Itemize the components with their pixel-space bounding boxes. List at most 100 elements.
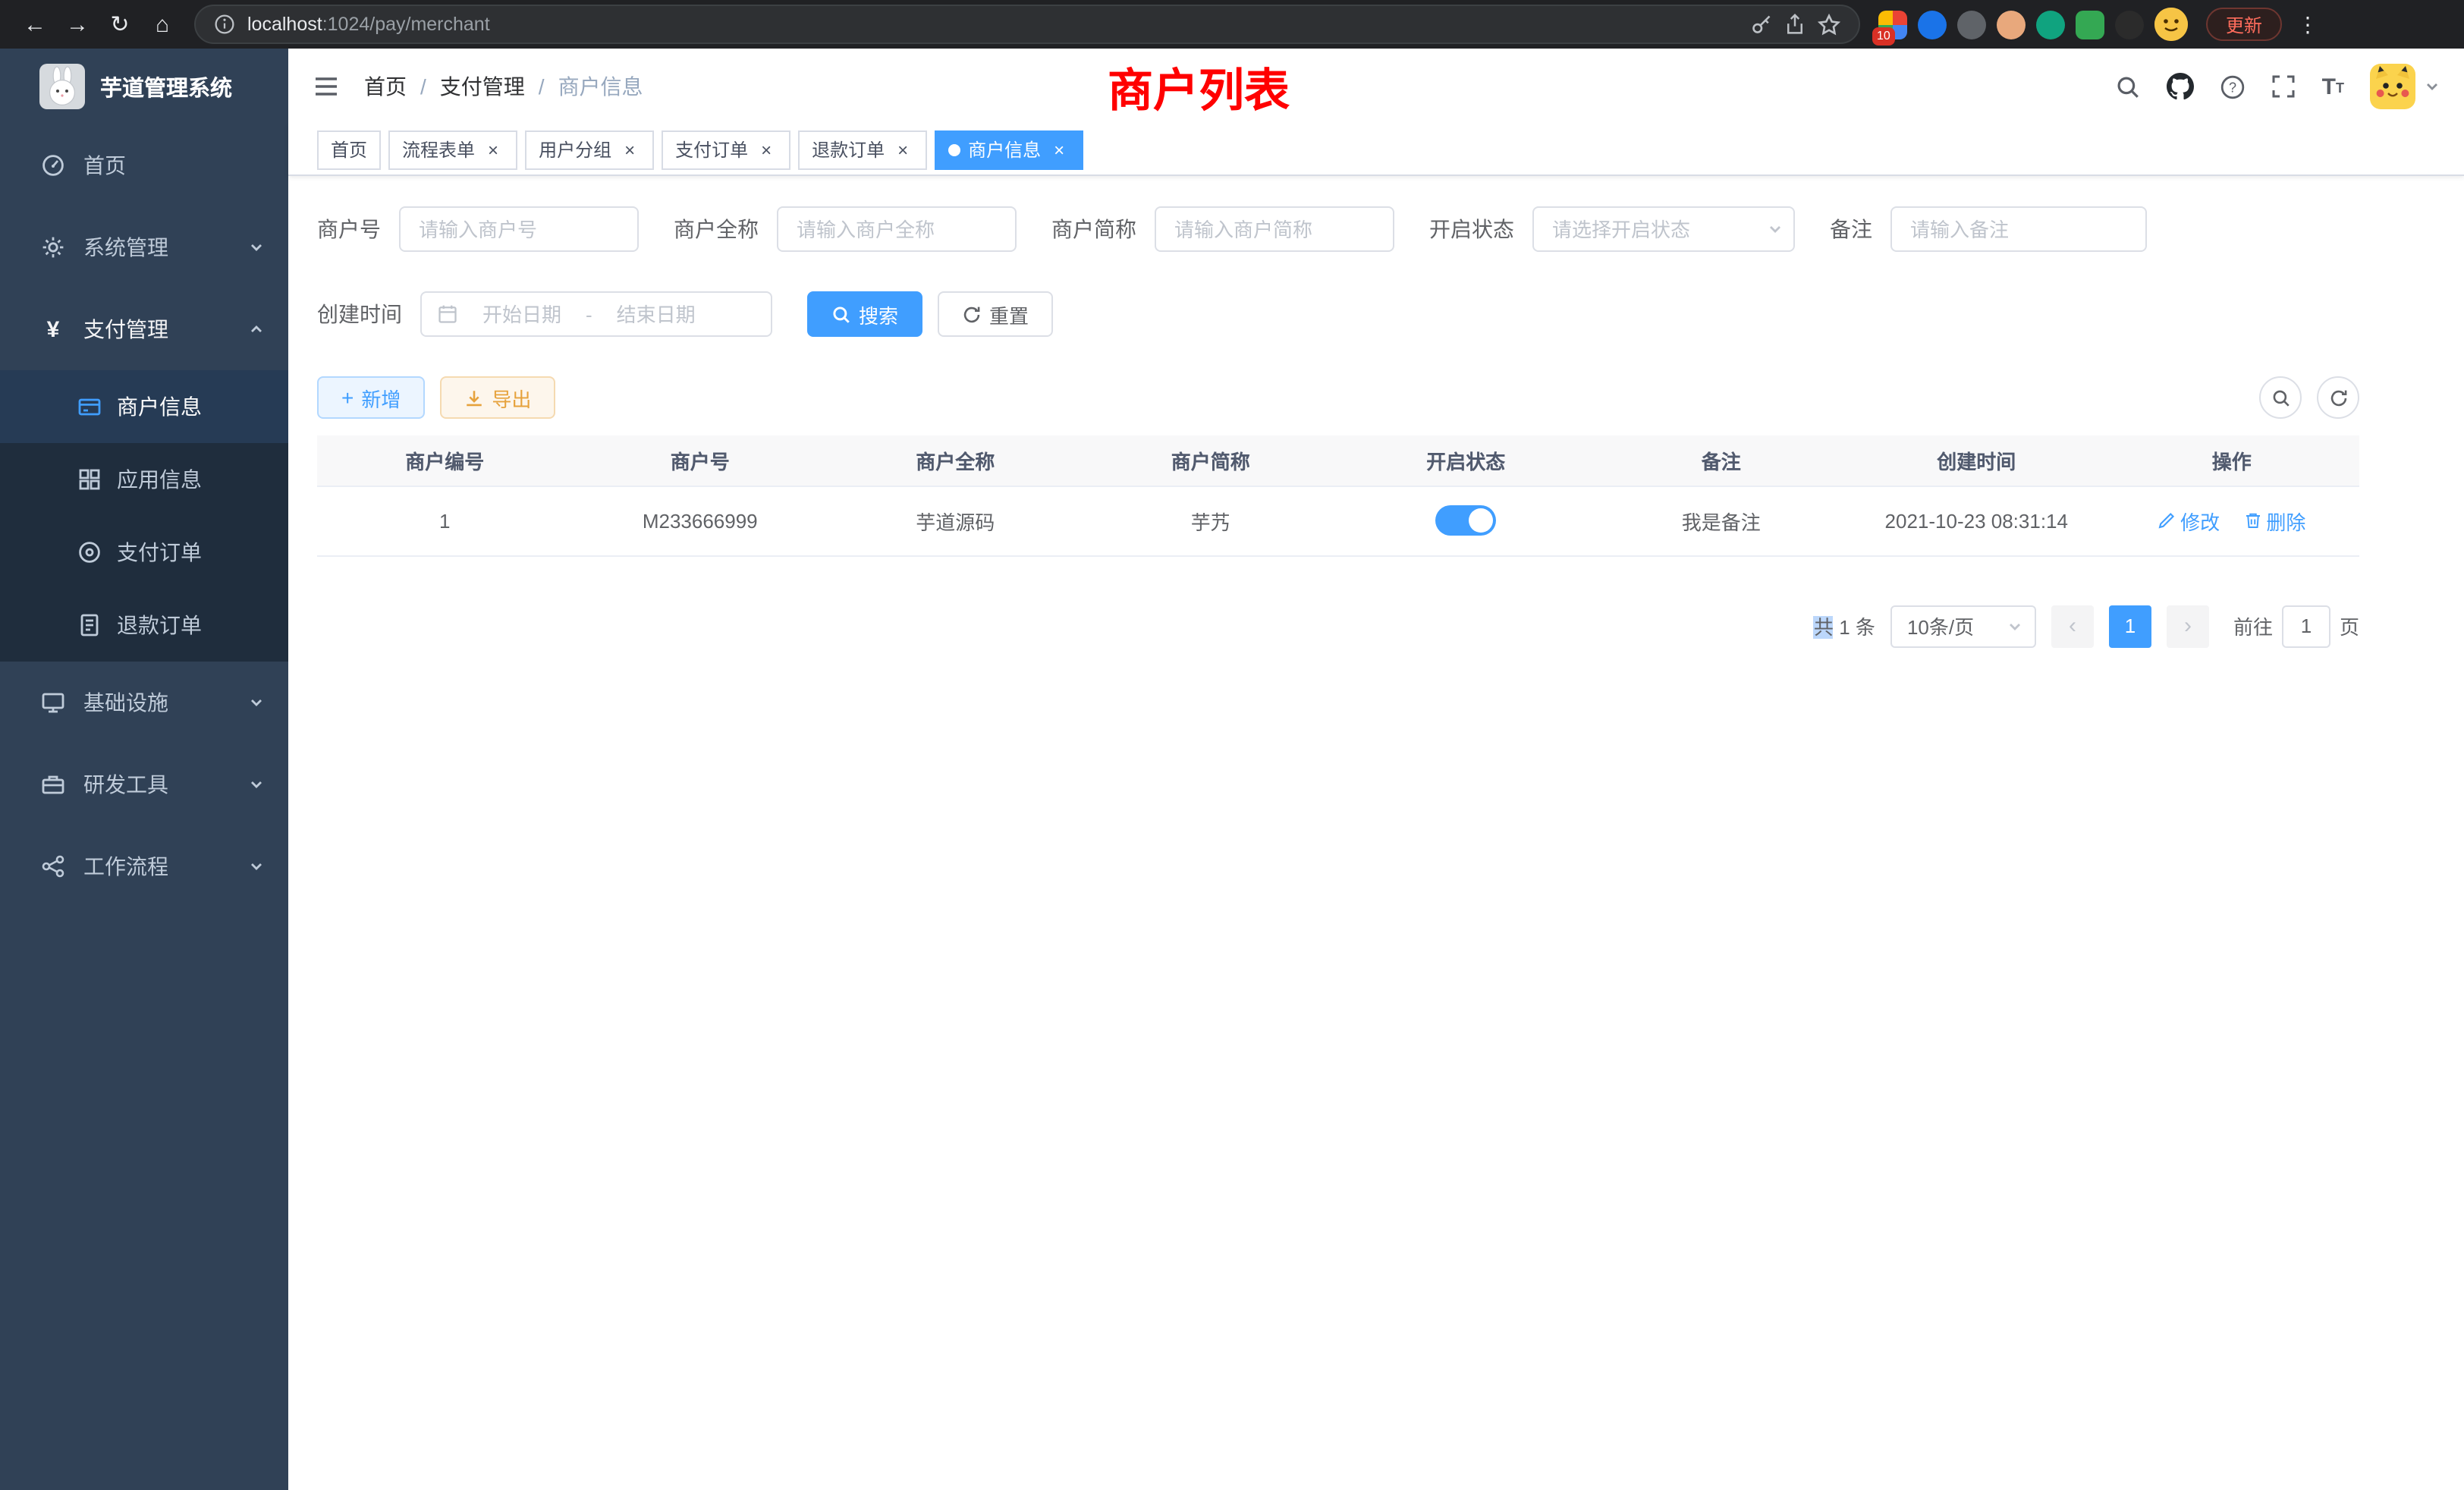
tab-merchant-info[interactable]: 商户信息×: [935, 130, 1083, 169]
prev-page-button[interactable]: ‹: [2051, 605, 2094, 647]
fullscreen-icon[interactable]: [2272, 74, 2296, 99]
sidebar-item-payment[interactable]: ¥ 支付管理: [0, 288, 288, 370]
sidebar-item-home[interactable]: 首页: [0, 124, 288, 206]
filter-merchant-no: 商户号: [317, 206, 639, 252]
goto-label: 前往: [2233, 611, 2273, 640]
update-button[interactable]: 更新: [2206, 8, 2282, 41]
table-toolbar: + 新增 导出: [317, 376, 2359, 419]
share-icon[interactable]: [1784, 14, 1806, 35]
extension-icon-3[interactable]: [1957, 10, 1986, 39]
extension-icon-4[interactable]: [1997, 10, 2026, 39]
breadcrumb-item-home[interactable]: 首页: [364, 71, 407, 102]
sidebar-item-workflow[interactable]: 工作流程: [0, 825, 288, 907]
address-bar[interactable]: localhost:1024/pay/merchant: [194, 5, 1860, 44]
sidebar-subitem-refund-order[interactable]: 退款订单: [0, 589, 288, 662]
extension-icon-7[interactable]: [2115, 10, 2144, 39]
table-row: 1 M233666999 芋道源码 芋艿 我是备注 2021-10-23 08:…: [317, 486, 2359, 555]
user-avatar[interactable]: [2370, 64, 2415, 109]
close-icon[interactable]: ×: [892, 139, 913, 160]
search-icon[interactable]: [2116, 74, 2142, 99]
tabs-bar: 首页 流程表单× 用户分组× 支付订单× 退款订单× 商户信息×: [288, 124, 2464, 176]
close-icon[interactable]: ×: [1048, 139, 1070, 160]
col-remark: 备注: [1594, 435, 1850, 486]
edit-link[interactable]: 修改: [2158, 506, 2220, 535]
filter-create-time: 创建时间 -: [317, 291, 772, 337]
sidebar-toggle[interactable]: [313, 73, 340, 100]
tab-process-form[interactable]: 流程表单×: [388, 130, 517, 169]
sidebar-item-system[interactable]: 系统管理: [0, 206, 288, 288]
close-icon[interactable]: ×: [482, 139, 504, 160]
search-button[interactable]: 搜索: [807, 291, 922, 337]
browser-profile-avatar[interactable]: [2154, 8, 2188, 41]
extension-icon-2[interactable]: [1918, 10, 1947, 39]
forward-button[interactable]: →: [58, 5, 97, 44]
close-icon[interactable]: ×: [619, 139, 640, 160]
refund-doc-icon: [76, 613, 102, 637]
page-1-button[interactable]: 1: [2109, 605, 2151, 647]
export-button[interactable]: 导出: [440, 376, 555, 419]
sidebar-subitem-merchant-info[interactable]: 商户信息: [0, 370, 288, 443]
annotation-text: 商户列表: [1108, 53, 1290, 120]
merchant-no-input[interactable]: [399, 206, 639, 252]
extension-icon-5[interactable]: [2036, 10, 2065, 39]
cell-short-name: 芋艿: [1083, 486, 1339, 555]
status-select-input[interactable]: [1532, 206, 1795, 252]
sidebar-subitem-app-info[interactable]: 应用信息: [0, 443, 288, 516]
date-start-input[interactable]: [467, 303, 577, 325]
plus-icon: +: [341, 387, 354, 408]
breadcrumb-item-merchant-info: 商户信息: [558, 71, 643, 102]
delete-link[interactable]: 删除: [2243, 506, 2305, 535]
next-page-button[interactable]: ›: [2167, 605, 2209, 647]
url-text: localhost:1024/pay/merchant: [247, 14, 490, 35]
reset-button[interactable]: 重置: [938, 291, 1053, 337]
home-button[interactable]: ⌂: [143, 5, 182, 44]
status-label: 开启状态: [1429, 214, 1514, 244]
add-button[interactable]: + 新增: [317, 376, 425, 419]
password-key-icon[interactable]: [1751, 14, 1772, 35]
cell-remark: 我是备注: [1594, 486, 1850, 555]
app-title: 芋道管理系统: [100, 71, 232, 102]
filter-short-name: 商户简称: [1051, 206, 1394, 252]
font-size-icon[interactable]: TT: [2322, 75, 2344, 98]
status-select[interactable]: [1532, 206, 1795, 252]
payment-submenu: 商户信息 应用信息 支付订单: [0, 370, 288, 662]
back-button[interactable]: ←: [15, 5, 55, 44]
date-separator: -: [586, 303, 592, 325]
info-icon[interactable]: [214, 14, 235, 35]
monitor-icon: [39, 690, 67, 715]
caret-down-icon: [2425, 79, 2440, 94]
refresh-table-button[interactable]: [2317, 376, 2359, 419]
calendar-icon: [437, 303, 458, 325]
github-icon[interactable]: [2167, 73, 2195, 100]
toggle-search-button[interactable]: [2259, 376, 2302, 419]
next-icon: ›: [2184, 613, 2192, 639]
goto-page-input[interactable]: [2282, 605, 2330, 647]
short-name-input[interactable]: [1155, 206, 1394, 252]
tab-refund-order[interactable]: 退款订单×: [798, 130, 927, 169]
browser-menu-button[interactable]: ⋮: [2297, 11, 2318, 37]
bookmark-star-icon[interactable]: [1818, 13, 1840, 36]
chevron-up-icon: [249, 322, 264, 337]
remark-input[interactable]: [1890, 206, 2147, 252]
tab-pay-order[interactable]: 支付订单×: [662, 130, 790, 169]
cell-create-time: 2021-10-23 08:31:14: [1849, 486, 2104, 555]
sidebar-subitem-pay-order[interactable]: 支付订单: [0, 516, 288, 589]
status-toggle[interactable]: [1435, 505, 1496, 536]
date-range-picker[interactable]: -: [420, 291, 772, 337]
merchant-no-label: 商户号: [317, 214, 381, 244]
reload-button[interactable]: ↻: [100, 5, 140, 44]
extension-icon-1[interactable]: 10: [1878, 10, 1907, 39]
date-end-input[interactable]: [602, 303, 711, 325]
user-menu[interactable]: [2370, 64, 2440, 109]
help-icon[interactable]: ?: [2220, 74, 2246, 99]
full-name-input[interactable]: [777, 206, 1017, 252]
tab-home[interactable]: 首页: [317, 130, 381, 169]
close-icon[interactable]: ×: [756, 139, 777, 160]
tab-user-group[interactable]: 用户分组×: [525, 130, 654, 169]
sidebar-item-infrastructure[interactable]: 基础设施: [0, 662, 288, 743]
extension-icon-6[interactable]: [2076, 10, 2104, 39]
cell-merchant-no: M233666999: [573, 486, 828, 555]
sidebar-item-dev-tools[interactable]: 研发工具: [0, 743, 288, 825]
page-size-select[interactable]: 10条/页: [1890, 605, 2036, 647]
breadcrumb-item-payment[interactable]: 支付管理: [440, 71, 525, 102]
